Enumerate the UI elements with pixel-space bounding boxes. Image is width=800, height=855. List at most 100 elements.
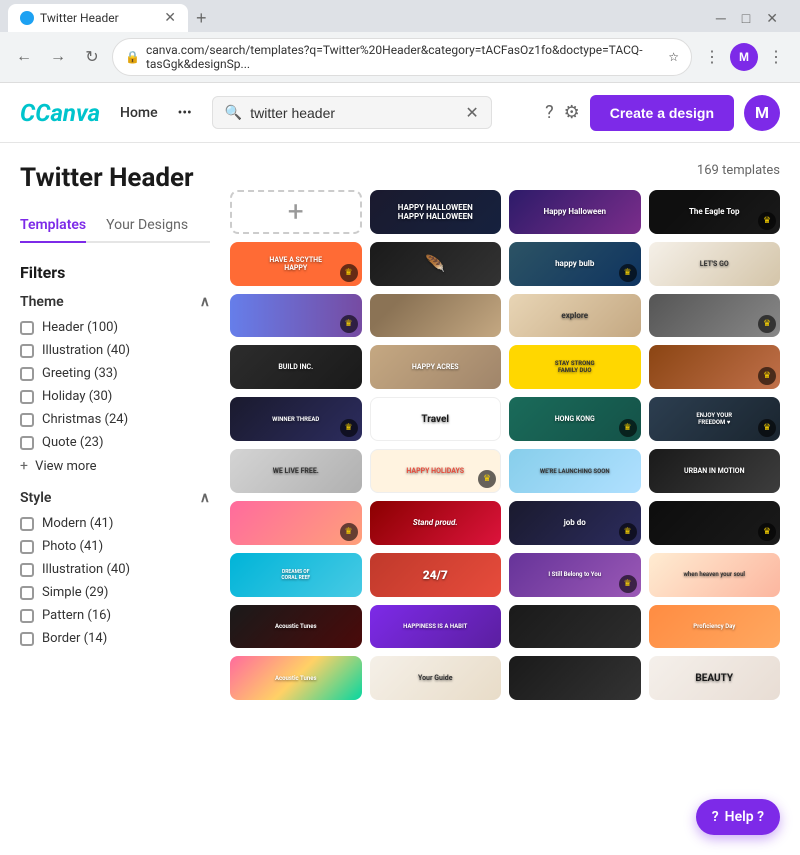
template-card[interactable]: URBAN IN MOTION [649, 449, 781, 493]
nav-home-link[interactable]: Home [120, 105, 158, 121]
template-card[interactable]: WE LIVE FREE. [230, 449, 362, 493]
tabs: Templates Your Designs [20, 209, 210, 243]
template-card[interactable]: WE'RE LAUNCHING SOON [509, 449, 641, 493]
filter-checkbox-photo[interactable] [20, 540, 34, 554]
filter-item-pattern[interactable]: Pattern (16) [20, 608, 210, 623]
lock-icon: 🔒 [125, 50, 140, 64]
template-card[interactable]: LET'S GO [649, 242, 781, 286]
filter-item-quote[interactable]: Quote (23) [20, 435, 210, 450]
filter-item-illustration-style[interactable]: Illustration (40) [20, 562, 210, 577]
template-card[interactable]: HAPPY HALLOWEENHAPPY HALLOWEEN [370, 190, 502, 234]
template-card[interactable]: I Still Belong to You ♛ [509, 553, 641, 597]
refresh-button[interactable]: ↻ [78, 43, 106, 71]
filter-checkbox-illustration-style[interactable] [20, 563, 34, 577]
filter-item-header[interactable]: Header (100) [20, 320, 210, 335]
create-design-button[interactable]: Create a design [590, 95, 734, 131]
template-card[interactable]: Acoustic Tunes [230, 656, 362, 700]
star-icon[interactable]: ☆ [668, 50, 679, 64]
template-card[interactable]: happy bulb ♛ [509, 242, 641, 286]
tab-templates[interactable]: Templates [20, 209, 86, 243]
profile-button[interactable]: M [730, 43, 758, 71]
address-bar[interactable]: 🔒 canva.com/search/templates?q=Twitter%2… [112, 38, 692, 76]
filter-checkbox-christmas[interactable] [20, 413, 34, 427]
template-card[interactable]: HONG KONG ♛ [509, 397, 641, 441]
maximize-button[interactable]: □ [736, 8, 756, 28]
template-card[interactable]: ♛ [649, 345, 781, 389]
filter-checkbox-greeting[interactable] [20, 367, 34, 381]
filter-checkbox-holiday[interactable] [20, 390, 34, 404]
help-circle-icon[interactable]: ? [545, 102, 554, 123]
minimize-button[interactable]: ─ [710, 8, 732, 28]
tab-your-designs[interactable]: Your Designs [106, 209, 188, 243]
filter-item-photo[interactable]: Photo (41) [20, 539, 210, 554]
template-card[interactable]: HAPPINESS IS A HABIT [370, 605, 502, 649]
template-card[interactable]: job do ♛ [509, 501, 641, 545]
template-card[interactable]: 🪶 [370, 242, 502, 286]
filter-checkbox-header[interactable] [20, 321, 34, 335]
filter-item-holiday[interactable]: Holiday (30) [20, 389, 210, 404]
filter-checkbox-modern[interactable] [20, 517, 34, 531]
template-card[interactable]: BUILD INC. [230, 345, 362, 389]
filter-checkbox-illustration[interactable] [20, 344, 34, 358]
tab-close-icon[interactable]: ✕ [164, 10, 176, 26]
template-card[interactable]: Proficiency Day [649, 605, 781, 649]
template-card[interactable]: WINNER THREAD ♛ [230, 397, 362, 441]
help-fab[interactable]: ? Help ? [696, 799, 780, 835]
help-question-icon: ? [712, 809, 719, 825]
style-filter-header[interactable]: Style ∧ [20, 490, 210, 506]
filter-item-simple[interactable]: Simple (29) [20, 585, 210, 600]
template-card[interactable]: when heaven your soul [649, 553, 781, 597]
filter-item-modern[interactable]: Modern (41) [20, 516, 210, 531]
search-bar[interactable]: 🔍 ✕ [212, 96, 492, 129]
nav-more-button[interactable]: ••• [178, 105, 192, 121]
new-tab-button[interactable]: + [188, 8, 215, 29]
template-card[interactable]: Acoustic Tunes [230, 605, 362, 649]
filter-item-border[interactable]: Border (14) [20, 631, 210, 646]
theme-filter-header[interactable]: Theme ∧ [20, 294, 210, 310]
window-controls: ─ □ ✕ [702, 8, 792, 29]
template-card[interactable]: DREAMS OFCORAL REEF [230, 553, 362, 597]
canva-logo[interactable]: CCanva [20, 99, 100, 127]
back-button[interactable]: ← [10, 43, 38, 71]
template-card[interactable] [509, 605, 641, 649]
filter-item-illustration[interactable]: Illustration (40) [20, 343, 210, 358]
template-card[interactable]: ENJOY YOURFREEDOM ♥ ♛ [649, 397, 781, 441]
template-card[interactable]: ♛ [649, 501, 781, 545]
browser-tab[interactable]: Twitter Header ✕ [8, 4, 188, 32]
template-card[interactable] [509, 656, 641, 700]
filter-item-christmas[interactable]: Christmas (24) [20, 412, 210, 427]
template-card[interactable]: ♛ [230, 501, 362, 545]
view-more-theme[interactable]: + View more [20, 458, 210, 474]
filter-item-greeting[interactable]: Greeting (33) [20, 366, 210, 381]
template-card[interactable]: Happy Halloween [509, 190, 641, 234]
search-icon: 🔍 [225, 105, 242, 121]
template-card[interactable]: STAY STRONGFAMILY DUO [509, 345, 641, 389]
menu-button[interactable]: ⋮ [762, 43, 790, 71]
forward-button[interactable]: → [44, 43, 72, 71]
extensions-button[interactable]: ⋮ [698, 43, 726, 71]
search-input[interactable] [250, 105, 457, 121]
template-card[interactable]: HAPPY ACRES [370, 345, 502, 389]
filter-checkbox-simple[interactable] [20, 586, 34, 600]
page-title: Twitter Header [20, 163, 210, 193]
template-card[interactable]: Stand proud. [370, 501, 502, 545]
template-card[interactable]: HAVE A SCYTHEHAPPY ♛ [230, 242, 362, 286]
add-new-template-card[interactable]: + [230, 190, 362, 234]
search-clear-icon[interactable]: ✕ [465, 103, 478, 122]
filter-checkbox-quote[interactable] [20, 436, 34, 450]
template-card[interactable]: HAPPY HOLIDAYS ♛ [370, 449, 502, 493]
template-card[interactable]: 24/7 [370, 553, 502, 597]
filter-checkbox-border[interactable] [20, 632, 34, 646]
template-card[interactable]: BEAUTY [649, 656, 781, 700]
template-card[interactable]: The Eagle Top ♛ [649, 190, 781, 234]
template-card[interactable]: Your Guide [370, 656, 502, 700]
template-card[interactable]: ♛ [649, 294, 781, 338]
template-card[interactable] [370, 294, 502, 338]
close-button[interactable]: ✕ [760, 8, 784, 29]
template-card[interactable]: explore [509, 294, 641, 338]
settings-icon[interactable]: ⚙ [564, 102, 580, 123]
user-avatar[interactable]: M [744, 95, 780, 131]
filter-checkbox-pattern[interactable] [20, 609, 34, 623]
template-card[interactable]: Travel [370, 397, 502, 441]
template-card[interactable]: ♛ [230, 294, 362, 338]
